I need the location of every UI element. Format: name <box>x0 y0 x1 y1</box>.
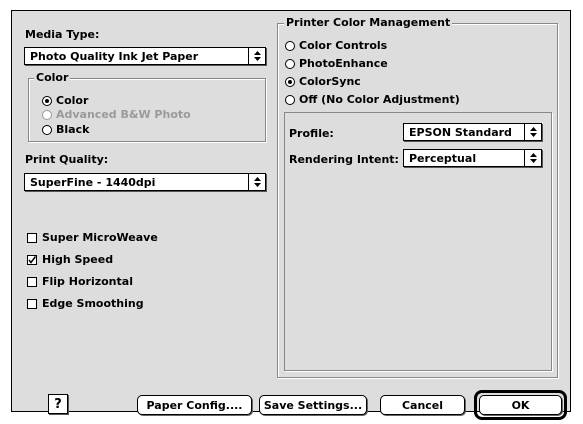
radio-advanced-bw-label: Advanced B&W Photo <box>56 108 191 121</box>
checkbox-high-speed[interactable]: High Speed <box>27 253 113 266</box>
radio-off-no-adjustment[interactable]: Off (No Color Adjustment) <box>285 93 460 106</box>
media-type-popup[interactable]: Photo Quality Ink Jet Paper <box>24 47 266 65</box>
popup-arrows-icon <box>524 150 541 166</box>
radio-photoenhance-label: PhotoEnhance <box>299 57 388 70</box>
checkbox-icon <box>27 276 37 287</box>
ok-label: OK <box>511 398 530 412</box>
radio-photoenhance[interactable]: PhotoEnhance <box>285 57 388 70</box>
radio-color-controls-label: Color Controls <box>299 39 388 52</box>
radio-empty-icon <box>42 124 52 135</box>
profile-label: Profile: <box>289 127 334 140</box>
checkbox-flip-horizontal[interactable]: Flip Horizontal <box>27 275 133 288</box>
checkbox-edge-smoothing[interactable]: Edge Smoothing <box>27 297 144 310</box>
save-settings-button[interactable]: Save Settings... <box>259 395 367 415</box>
radio-black[interactable]: Black <box>42 123 89 136</box>
radio-empty-icon <box>285 58 295 69</box>
checkbox-icon <box>27 298 37 309</box>
media-type-label: Media Type: <box>25 28 100 41</box>
popup-arrows-icon <box>248 48 265 64</box>
radio-colorsync-label: ColorSync <box>299 75 361 88</box>
radio-color[interactable]: Color <box>42 94 88 107</box>
radio-disabled-icon <box>42 109 52 120</box>
checkbox-icon <box>27 232 37 243</box>
radio-color-label: Color <box>56 94 89 107</box>
radio-color-controls[interactable]: Color Controls <box>285 39 387 52</box>
radio-advanced-bw: Advanced B&W Photo <box>42 108 191 121</box>
cancel-button[interactable]: Cancel <box>380 395 465 415</box>
radio-black-label: Black <box>56 123 90 136</box>
color-group-title: Color <box>34 71 71 84</box>
radio-off-label: Off (No Color Adjustment) <box>299 93 460 106</box>
help-button[interactable]: ? <box>48 394 68 414</box>
print-quality-value: SuperFine - 1440dpi <box>30 175 156 189</box>
save-settings-label: Save Settings... <box>263 398 363 412</box>
checkbox-super-microweave-label: Super MicroWeave <box>42 231 158 244</box>
rendering-intent-popup[interactable]: Perceptual <box>403 149 542 167</box>
rendering-intent-value: Perceptual <box>409 151 477 165</box>
color-management-title: Printer Color Management <box>284 16 453 29</box>
radio-selected-icon <box>42 95 52 106</box>
checkmark-icon <box>27 254 37 265</box>
print-quality-popup[interactable]: SuperFine - 1440dpi <box>24 173 266 191</box>
popup-arrows-icon <box>248 174 265 190</box>
radio-empty-icon <box>285 40 295 51</box>
radio-selected-icon <box>285 76 295 87</box>
profile-popup[interactable]: EPSON Standard <box>403 123 542 141</box>
paper-config-button[interactable]: Paper Config.... <box>137 395 252 415</box>
paper-config-label: Paper Config.... <box>146 398 243 412</box>
profile-value: EPSON Standard <box>409 125 512 139</box>
rendering-intent-label: Rendering Intent: <box>289 153 399 166</box>
checkbox-flip-horizontal-label: Flip Horizontal <box>42 275 133 288</box>
radio-colorsync[interactable]: ColorSync <box>285 75 361 88</box>
ok-button[interactable]: OK <box>479 395 562 415</box>
cancel-label: Cancel <box>401 398 444 412</box>
print-quality-label: Print Quality: <box>25 153 109 166</box>
popup-arrows-icon <box>524 124 541 140</box>
media-type-value: Photo Quality Ink Jet Paper <box>30 49 199 63</box>
checkbox-edge-smoothing-label: Edge Smoothing <box>42 297 144 310</box>
checkbox-super-microweave[interactable]: Super MicroWeave <box>27 231 158 244</box>
radio-empty-icon <box>285 94 295 105</box>
question-mark-icon: ? <box>54 396 62 412</box>
checkbox-high-speed-label: High Speed <box>42 253 114 266</box>
